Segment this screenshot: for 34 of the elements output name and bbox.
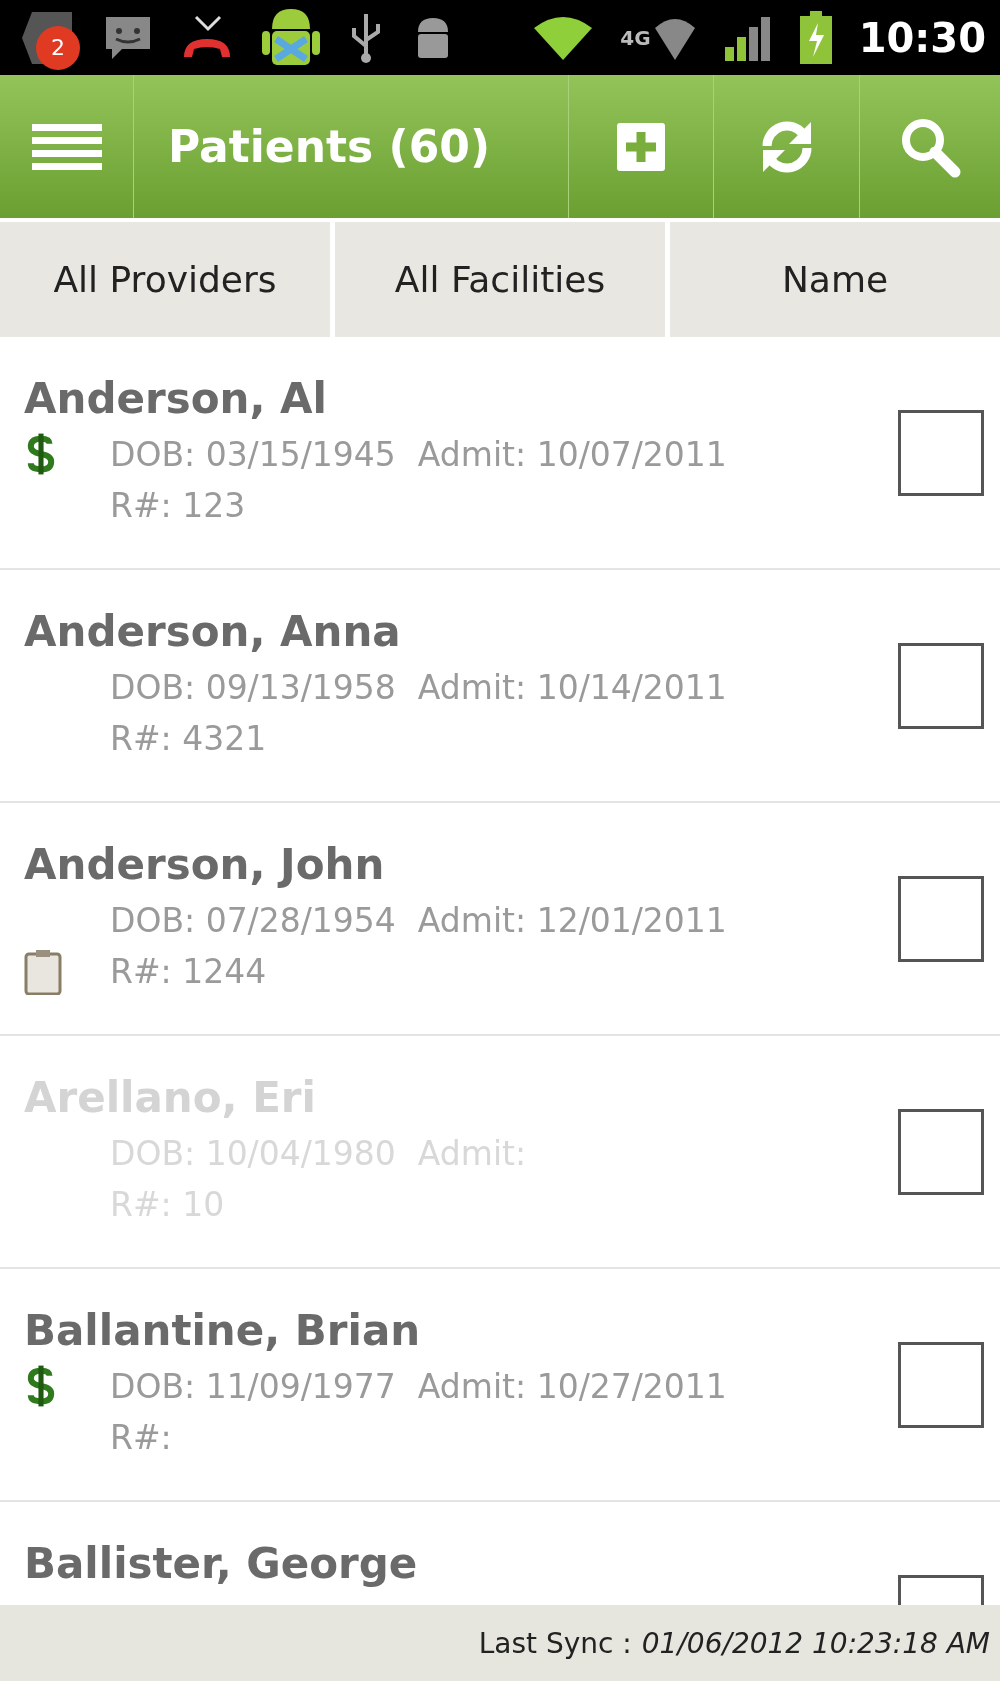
- checkbox[interactable]: [898, 1341, 984, 1428]
- battery-icon: [798, 10, 833, 65]
- record-number: R#:: [110, 1416, 172, 1459]
- filter-button[interactable]: All Facilities: [335, 222, 665, 337]
- clipboard-icon: [24, 948, 62, 995]
- admit-text: Admit: 10/07/2011: [417, 433, 727, 476]
- checkbox[interactable]: [898, 1108, 984, 1195]
- patient-name[interactable]: Anderson, Anna: [24, 603, 898, 662]
- filter-button[interactable]: Name: [670, 222, 1000, 337]
- patient-name[interactable]: Ballantine, Brian: [24, 1302, 898, 1361]
- admit-text: Admit: 10/14/2011: [417, 666, 727, 709]
- dob-text: DOB: 09/13/1958: [110, 666, 396, 709]
- admit-text: Admit: 12/01/2011: [417, 899, 727, 942]
- add-icon: [617, 122, 665, 171]
- patient-name[interactable]: Anderson, John: [24, 836, 898, 895]
- dob-text: DOB: 03/15/1945: [110, 433, 396, 476]
- last-sync-time: 01/06/2012 10:23:18 AM: [641, 1626, 990, 1660]
- dob-text: DOB: 07/28/1954: [110, 899, 396, 942]
- patient-name[interactable]: Anderson, Al: [24, 370, 898, 429]
- dob-text: DOB: 11/09/1977: [110, 1365, 396, 1408]
- menu-icon: [31, 121, 102, 172]
- filter-button[interactable]: All Providers: [0, 222, 330, 337]
- record-number: R#: 1244: [110, 950, 267, 993]
- patient-name[interactable]: Ballister, George: [24, 1535, 898, 1594]
- record-number: R#: 4321: [110, 717, 267, 760]
- screen-title: Patients (60): [168, 121, 491, 172]
- network-type: 4G: [620, 25, 651, 50]
- checkbox[interactable]: [898, 409, 984, 496]
- clock: 10:30: [858, 14, 986, 61]
- checkbox[interactable]: [898, 642, 984, 729]
- last-sync-label: Last Sync :: [478, 1626, 632, 1660]
- admit-text: Admit: 10/27/2011: [417, 1365, 727, 1408]
- checkbox[interactable]: [898, 875, 984, 962]
- record-number: R#: 123: [110, 484, 246, 527]
